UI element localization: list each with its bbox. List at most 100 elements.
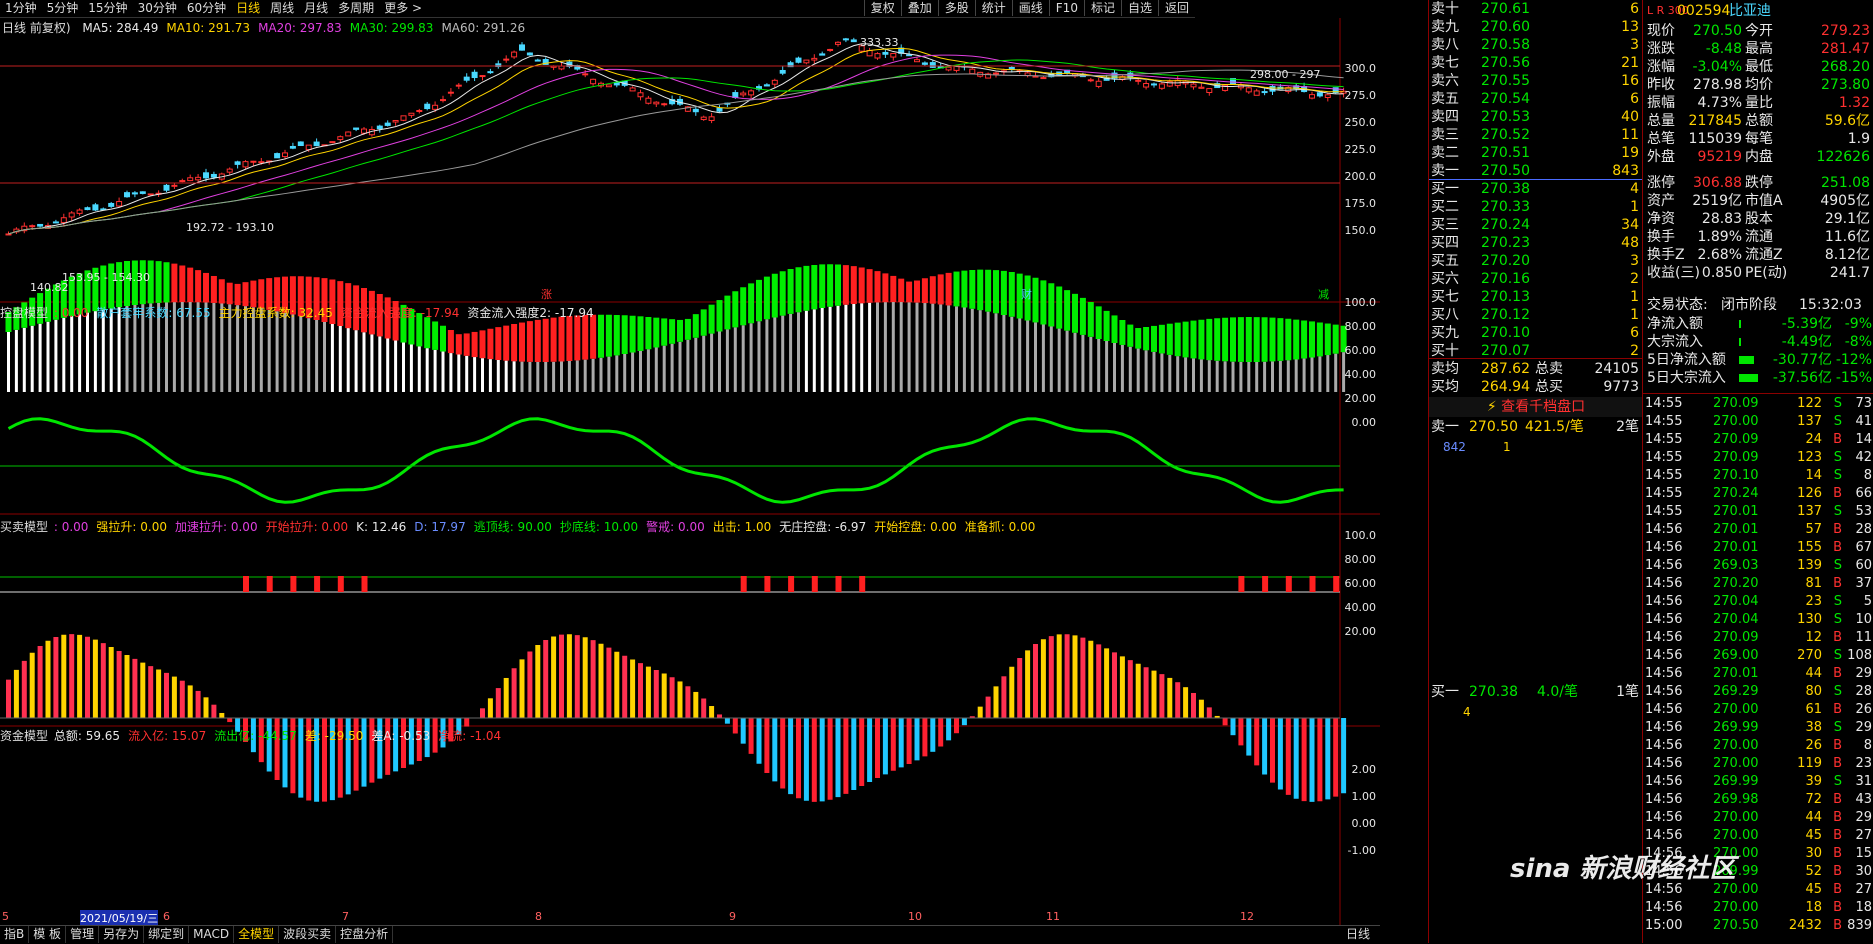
book-row[interactable]: 卖五 270.54 6 (1429, 90, 1643, 108)
event-zhang[interactable]: 涨 (541, 286, 552, 302)
quote-value: 2.68% (1697, 247, 1742, 263)
period-tab[interactable]: 1分钟 (0, 0, 42, 17)
quote-row: 资产 2519亿 市值A 4905亿 (1643, 192, 1873, 210)
book-row[interactable]: 买一 270.38 4 (1429, 180, 1643, 198)
book-row[interactable]: 买八 270.12 1 (1429, 306, 1643, 324)
legend-item: 强拉升: 0.00 (96, 520, 167, 534)
book-row[interactable]: 买七 270.13 1 (1429, 288, 1643, 306)
event-cai[interactable]: 财 (1021, 286, 1032, 302)
avg-buy-label: 买均 (1431, 379, 1459, 395)
quote-label: 涨跌 (1647, 41, 1675, 57)
book-row[interactable]: 买四 270.23 48 (1429, 234, 1643, 252)
period-tab[interactable]: 60分钟 (182, 0, 231, 17)
tick-row: 14:56 270.00 18 B 18 (1643, 899, 1873, 917)
candle-body (795, 57, 802, 63)
period-tab[interactable]: 周线 (265, 0, 299, 17)
tick-volume: 2432 (1788, 918, 1822, 933)
period-tab[interactable]: 5分钟 (42, 0, 84, 17)
book-row[interactable]: 买九 270.10 6 (1429, 324, 1643, 342)
book-row[interactable]: 卖三 270.52 11 (1429, 126, 1643, 144)
book-row[interactable]: 卖八 270.58 3 (1429, 36, 1643, 54)
book-row[interactable]: 买六 270.16 2 (1429, 270, 1643, 288)
tick-side: B (1833, 630, 1842, 645)
period-tab[interactable]: 30分钟 (133, 0, 182, 17)
tick-time: 14:56 (1645, 612, 1683, 627)
bottom-tab[interactable]: 另存为 (99, 926, 145, 943)
bottom-tab[interactable]: 模 板 (29, 926, 67, 943)
legend-item: 开始拉升: 0.00 (265, 520, 349, 534)
toolbar-button[interactable]: F10 (1048, 0, 1084, 16)
book-level: 买九 (1431, 325, 1459, 341)
bottom-tab[interactable]: 绑定到 (144, 926, 190, 943)
tick-row: 14:56 270.09 12 B 11 (1643, 629, 1873, 647)
tick-time: 14:56 (1645, 702, 1683, 717)
tick-side: B (1833, 738, 1842, 753)
period-tab[interactable]: 日线 (231, 0, 265, 17)
book-volume: 1 (1630, 199, 1639, 215)
toolbar-button[interactable]: 多股 (937, 0, 975, 16)
candle-body (692, 108, 699, 113)
tick-price: 270.00 (1713, 900, 1759, 915)
tick-count: 42 (1855, 450, 1872, 465)
bottom-tab[interactable]: MACD (189, 926, 235, 943)
book-row[interactable]: 买二 270.33 1 (1429, 198, 1643, 216)
bottom-tab[interactable]: 指B (0, 926, 30, 943)
book-level: 卖四 (1431, 109, 1459, 125)
tick-time: 14:55 (1645, 396, 1683, 411)
toolbar-button[interactable]: 返回 (1157, 0, 1195, 16)
bottom-right-label[interactable]: 日线 (1346, 926, 1370, 943)
book-volume: 48 (1621, 235, 1639, 251)
axis-label: -1.00 (1347, 844, 1376, 857)
tick-side: S (1833, 450, 1842, 465)
tick-side: S (1833, 414, 1842, 429)
toolbar-button[interactable]: 统计 (974, 0, 1012, 16)
book-row[interactable]: 卖四 270.53 40 (1429, 108, 1643, 126)
toolbar-button[interactable]: 复权 (863, 0, 901, 16)
toolbar-button[interactable]: 叠加 (900, 0, 938, 16)
tick-side: B (1833, 828, 1842, 843)
book-price: 270.61 (1481, 1, 1530, 17)
book-row[interactable]: 卖一 270.50 843 (1429, 162, 1643, 180)
book-row[interactable]: 卖七 270.56 21 (1429, 54, 1643, 72)
candle-body (779, 69, 786, 74)
tick-side: B (1833, 882, 1842, 897)
quote-value: 59.6亿 (1824, 113, 1870, 129)
kline-chart-area[interactable] (0, 18, 1380, 925)
candle-body (1095, 80, 1102, 87)
legend-item: K: 12.46 (356, 520, 407, 534)
book-row[interactable]: 买三 270.24 34 (1429, 216, 1643, 234)
period-tab[interactable]: 15分钟 (83, 0, 132, 17)
period-tab[interactable]: 月线 (299, 0, 333, 17)
bottom-tab[interactable]: 控盘分析 (336, 926, 394, 943)
book-row[interactable]: 卖二 270.51 19 (1429, 144, 1643, 162)
tick-volume: 57 (1805, 522, 1822, 537)
book-row[interactable]: 卖六 270.55 16 (1429, 72, 1643, 90)
sell1-detail: 卖一 270.50 421.5/笔 2笔 842 1 (1429, 418, 1643, 454)
bottom-tab[interactable]: 全模型 (234, 926, 280, 943)
avg-sell-total: 24105 (1594, 361, 1639, 377)
period-tab[interactable]: 更多 > (379, 0, 427, 17)
book-row[interactable]: 卖九 270.60 13 (1429, 18, 1643, 36)
book-price: 270.51 (1481, 145, 1530, 161)
axis-label: 0.00 (1351, 817, 1377, 830)
toolbar-button[interactable]: 画线 (1011, 0, 1049, 16)
candle-body (534, 59, 541, 62)
period-tab[interactable]: 多周期 (333, 0, 379, 17)
tick-time: 14:56 (1645, 630, 1683, 645)
bottom-tab[interactable]: 波段买卖 (279, 926, 337, 943)
flow-value: -37.56亿 (1772, 370, 1832, 386)
book-row[interactable]: 买五 270.20 3 (1429, 252, 1643, 270)
quote-row: 净资 28.83 股本 29.1亿 (1643, 210, 1873, 228)
quote-value: 279.23 (1821, 23, 1870, 39)
toolbar-button[interactable]: 自选 (1120, 0, 1158, 16)
bottom-tab[interactable]: 管理 (66, 926, 100, 943)
book-price: 270.16 (1481, 271, 1530, 287)
view-thousand-button[interactable]: ⚡ 查看千档盘口 (1429, 397, 1643, 417)
book-row[interactable]: 卖十 270.61 6 (1429, 0, 1643, 18)
toolbar-button[interactable]: 标记 (1083, 0, 1121, 16)
sell1-q2: 1 (1503, 440, 1511, 454)
tick-side: B (1833, 522, 1842, 537)
event-jian[interactable]: 减 (1318, 286, 1329, 302)
tick-row: 14:55 270.09 123 S 42 (1643, 449, 1873, 467)
candle-body (471, 71, 478, 79)
